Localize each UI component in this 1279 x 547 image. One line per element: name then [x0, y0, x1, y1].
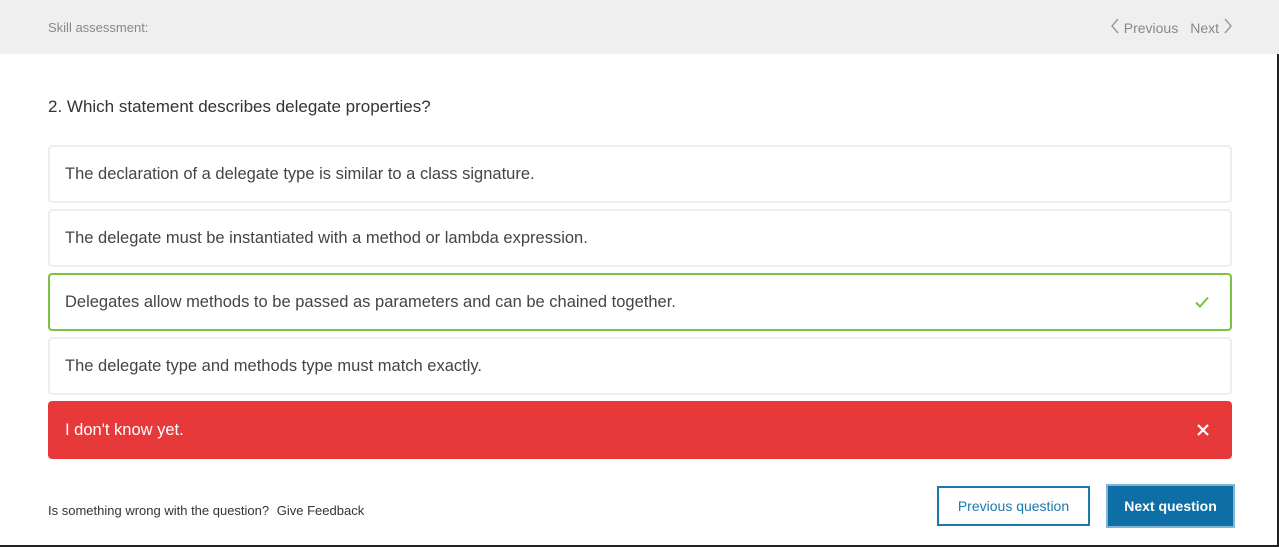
next-question-button[interactable]: Next question: [1108, 486, 1233, 526]
close-icon: [1196, 423, 1210, 437]
check-icon: [1194, 295, 1210, 309]
chevron-right-icon: [1223, 18, 1233, 37]
header-previous-link[interactable]: Previous: [1110, 18, 1178, 37]
feedback-prompt: Is something wrong with the question?: [48, 503, 270, 518]
feedback-row: Is something wrong with the question? Gi…: [48, 503, 364, 518]
header-next-label: Next: [1190, 19, 1219, 36]
answer-label: The declaration of a delegate type is si…: [65, 164, 535, 183]
answer-option-dont-know[interactable]: I don't know yet.: [48, 401, 1232, 459]
answer-option-4[interactable]: The delegate type and methods type must …: [48, 337, 1232, 395]
give-feedback-link[interactable]: Give Feedback: [277, 503, 364, 518]
top-bar: Skill assessment: Previous Next: [0, 0, 1279, 54]
question-text: 2. Which statement describes delegate pr…: [48, 97, 431, 116]
answer-label: I don't know yet.: [65, 420, 184, 439]
previous-question-button[interactable]: Previous question: [937, 486, 1090, 526]
answer-list: The declaration of a delegate type is si…: [48, 145, 1232, 465]
assessment-title: Skill assessment:: [48, 20, 149, 35]
header-nav: Previous Next: [1110, 18, 1233, 37]
header-next-link[interactable]: Next: [1190, 18, 1233, 37]
answer-option-1[interactable]: The declaration of a delegate type is si…: [48, 145, 1232, 203]
answer-label: Delegates allow methods to be passed as …: [65, 292, 676, 311]
chevron-left-icon: [1110, 18, 1120, 37]
header-previous-label: Previous: [1123, 19, 1179, 36]
answer-option-3[interactable]: Delegates allow methods to be passed as …: [48, 273, 1232, 331]
answer-label: The delegate must be instantiated with a…: [65, 228, 588, 247]
answer-option-2[interactable]: The delegate must be instantiated with a…: [48, 209, 1232, 267]
answer-label: The delegate type and methods type must …: [65, 356, 483, 375]
